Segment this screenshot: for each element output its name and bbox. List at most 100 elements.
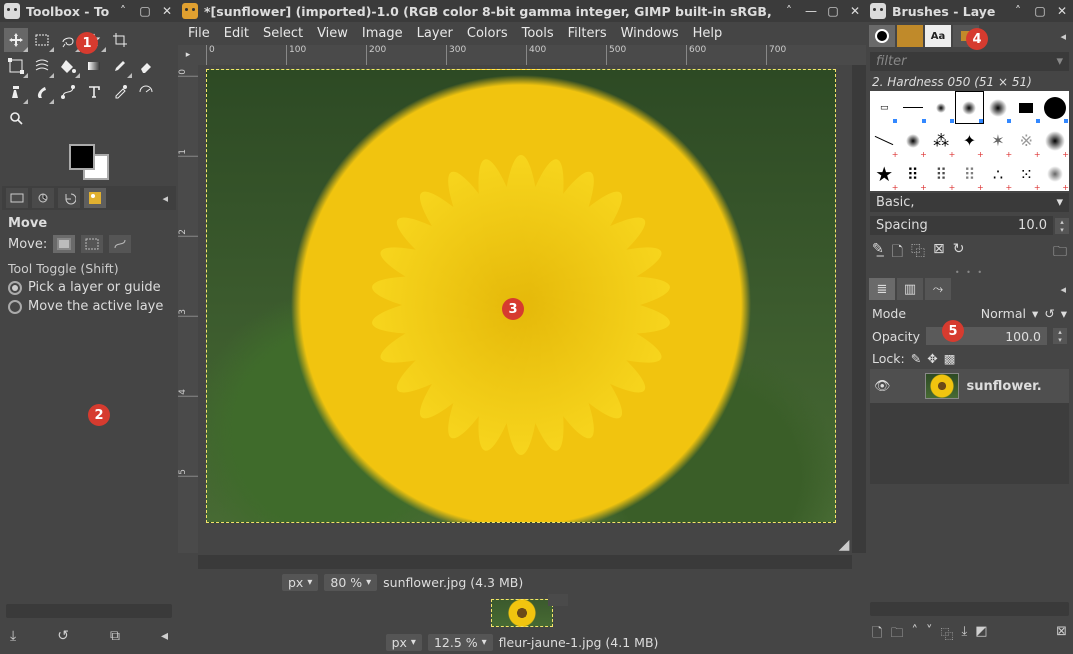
menu-colors[interactable]: Colors xyxy=(467,26,508,41)
delete-layer-icon[interactable]: ⊠ xyxy=(1056,624,1067,646)
tool-paintbrush[interactable] xyxy=(108,54,132,78)
brush-thumb[interactable]: ⁂+ xyxy=(927,124,955,157)
tool-zoom[interactable] xyxy=(4,106,28,130)
tab-paths[interactable]: ⤳ xyxy=(925,278,951,300)
tool-color-picker[interactable] xyxy=(108,80,132,104)
brush-thumb[interactable]: ★+ xyxy=(870,158,898,191)
layer-name[interactable]: sunflower. xyxy=(967,379,1042,394)
tool-measure[interactable] xyxy=(134,80,158,104)
tab-channels[interactable]: ▥ xyxy=(897,278,923,300)
image-window-titlebar[interactable]: *[sunflower] (imported)-1.0 (RGB color 8… xyxy=(178,0,866,22)
brush-thumb-selected[interactable] xyxy=(955,91,983,124)
radio-move-row[interactable]: Move the active laye xyxy=(2,297,176,316)
refresh-brush-icon[interactable]: ↻ xyxy=(953,241,965,265)
tab-tool-options-a[interactable] xyxy=(6,188,28,208)
menu-file[interactable]: File xyxy=(188,26,210,41)
brush-thumb[interactable] xyxy=(898,91,926,124)
duplicate-layer-icon[interactable]: ⿻ xyxy=(940,624,953,646)
tab-undo-history[interactable] xyxy=(58,188,80,208)
canvas-thumbnail-2[interactable] xyxy=(491,599,553,627)
zoom-selector-2[interactable]: 12.5 %▾ xyxy=(428,634,493,651)
delete-brush-icon[interactable]: ⊠ xyxy=(933,241,945,265)
left-scrollbar[interactable] xyxy=(6,604,172,618)
window-max-icon[interactable]: ▢ xyxy=(826,4,840,18)
chevron-down-icon[interactable]: ▾ xyxy=(1061,306,1067,321)
menu-windows[interactable]: Windows xyxy=(621,26,679,41)
merge-down-icon[interactable]: ⤓ xyxy=(961,624,967,646)
window-min-icon[interactable]: ˄ xyxy=(782,4,796,18)
window-max-icon[interactable]: ▢ xyxy=(138,4,152,18)
tab-menu-icon[interactable]: ◂ xyxy=(1060,283,1070,296)
new-group-icon[interactable]: 🗀 xyxy=(890,624,903,646)
window-min-icon[interactable]: ˄ xyxy=(116,4,130,18)
dup-brush-icon[interactable]: ⿻ xyxy=(911,241,925,265)
radio-pick-row[interactable]: Pick a layer or guide xyxy=(2,278,176,297)
layer-list[interactable]: 👁 sunflower. xyxy=(870,369,1069,484)
lower-layer-icon[interactable]: ˅ xyxy=(926,624,933,646)
layer-item[interactable]: 👁 sunflower. xyxy=(870,369,1069,403)
lock-pixels-icon[interactable]: ✎ xyxy=(911,351,921,366)
tab-fonts[interactable]: Aa xyxy=(925,25,951,47)
new-brush-icon[interactable]: 🗋 xyxy=(892,241,903,265)
window-restore-icon[interactable]: — xyxy=(804,4,818,18)
tool-warp[interactable] xyxy=(30,54,54,78)
tool-bucket-fill[interactable] xyxy=(56,54,80,78)
brush-thumb[interactable]: + xyxy=(870,124,898,157)
mode-reset-icon[interactable]: ↺ xyxy=(1044,306,1054,321)
brush-thumb[interactable]: ⁙+ xyxy=(1012,158,1040,191)
menu-select[interactable]: Select xyxy=(263,26,303,41)
ruler-corner-2[interactable] xyxy=(548,594,568,606)
tool-transform[interactable] xyxy=(4,54,28,78)
edit-brush-icon[interactable]: ✎̲ xyxy=(872,241,884,265)
tab-device-status[interactable] xyxy=(32,188,54,208)
brush-grid[interactable]: ▭ + + ⁂+ ✦+ ✶+ ※+ + ★+ ⠿+ ⠿+ ⠿+ ∴+ ⁙+ xyxy=(870,91,1069,191)
vertical-scrollbar[interactable] xyxy=(852,65,866,553)
horizontal-scrollbar[interactable] xyxy=(198,555,852,569)
brush-thumb[interactable]: ⠿+ xyxy=(927,158,955,191)
brush-thumb[interactable]: + xyxy=(1041,124,1069,157)
window-min-icon[interactable]: ˄ xyxy=(1011,4,1025,18)
unit-selector[interactable]: px▾ xyxy=(282,574,318,591)
lock-position-icon[interactable]: ✥ xyxy=(927,351,937,366)
tool-text[interactable] xyxy=(82,80,106,104)
open-as-image-icon[interactable]: 🗀 xyxy=(1053,241,1067,265)
move-target-selection[interactable] xyxy=(81,235,103,253)
right-scrollbar[interactable] xyxy=(870,602,1069,616)
tab-menu-icon[interactable]: ◂ xyxy=(162,192,172,205)
menu-filters[interactable]: Filters xyxy=(568,26,607,41)
mode-value[interactable]: Normal xyxy=(981,306,1026,321)
brush-thumb[interactable]: ▭ xyxy=(870,91,898,124)
fg-color-swatch[interactable] xyxy=(69,144,95,170)
brush-thumb[interactable] xyxy=(1012,91,1040,124)
restore-options-icon[interactable]: ↺ xyxy=(57,628,69,644)
ruler-origin-button[interactable]: ▸ xyxy=(178,45,198,65)
tool-rect-select[interactable] xyxy=(30,28,54,52)
brush-preset-selector[interactable]: Basic, ▾ xyxy=(870,193,1069,212)
canvas-image[interactable] xyxy=(206,69,836,523)
move-target-path[interactable] xyxy=(109,235,131,253)
brush-thumb[interactable] xyxy=(1041,91,1069,124)
move-target-layer[interactable] xyxy=(53,235,75,253)
brush-thumb[interactable]: ∴+ xyxy=(984,158,1012,191)
layer-thumbnail[interactable] xyxy=(925,373,959,399)
navigation-corner-icon[interactable]: ◢ xyxy=(836,537,852,553)
spacing-stepper[interactable]: ▴▾ xyxy=(1055,218,1069,234)
toolbox-titlebar[interactable]: Toolbox - To ˄ ▢ ✕ xyxy=(0,0,178,22)
menu-image[interactable]: Image xyxy=(362,26,403,41)
new-layer-icon[interactable]: 🗋 xyxy=(872,624,882,646)
brush-thumb[interactable]: ✦+ xyxy=(955,124,983,157)
right-dock-titlebar[interactable]: Brushes - Laye ˄ ▢ ✕ xyxy=(866,0,1073,22)
brush-thumb[interactable]: ⠿+ xyxy=(955,158,983,191)
tab-layers[interactable]: ≣ xyxy=(869,278,895,300)
menu-edit[interactable]: Edit xyxy=(224,26,249,41)
visibility-eye-icon[interactable]: 👁 xyxy=(874,379,891,394)
unit-selector-2[interactable]: px▾ xyxy=(386,634,422,651)
menu-layer[interactable]: Layer xyxy=(417,26,453,41)
tool-paths[interactable] xyxy=(56,80,80,104)
window-max-icon[interactable]: ▢ xyxy=(1033,4,1047,18)
menu-view[interactable]: View xyxy=(317,26,348,41)
zoom-selector[interactable]: 80 %▾ xyxy=(324,574,377,591)
brush-thumb[interactable]: + xyxy=(1041,158,1069,191)
menu-tools[interactable]: Tools xyxy=(522,26,554,41)
tool-crop[interactable] xyxy=(108,28,132,52)
